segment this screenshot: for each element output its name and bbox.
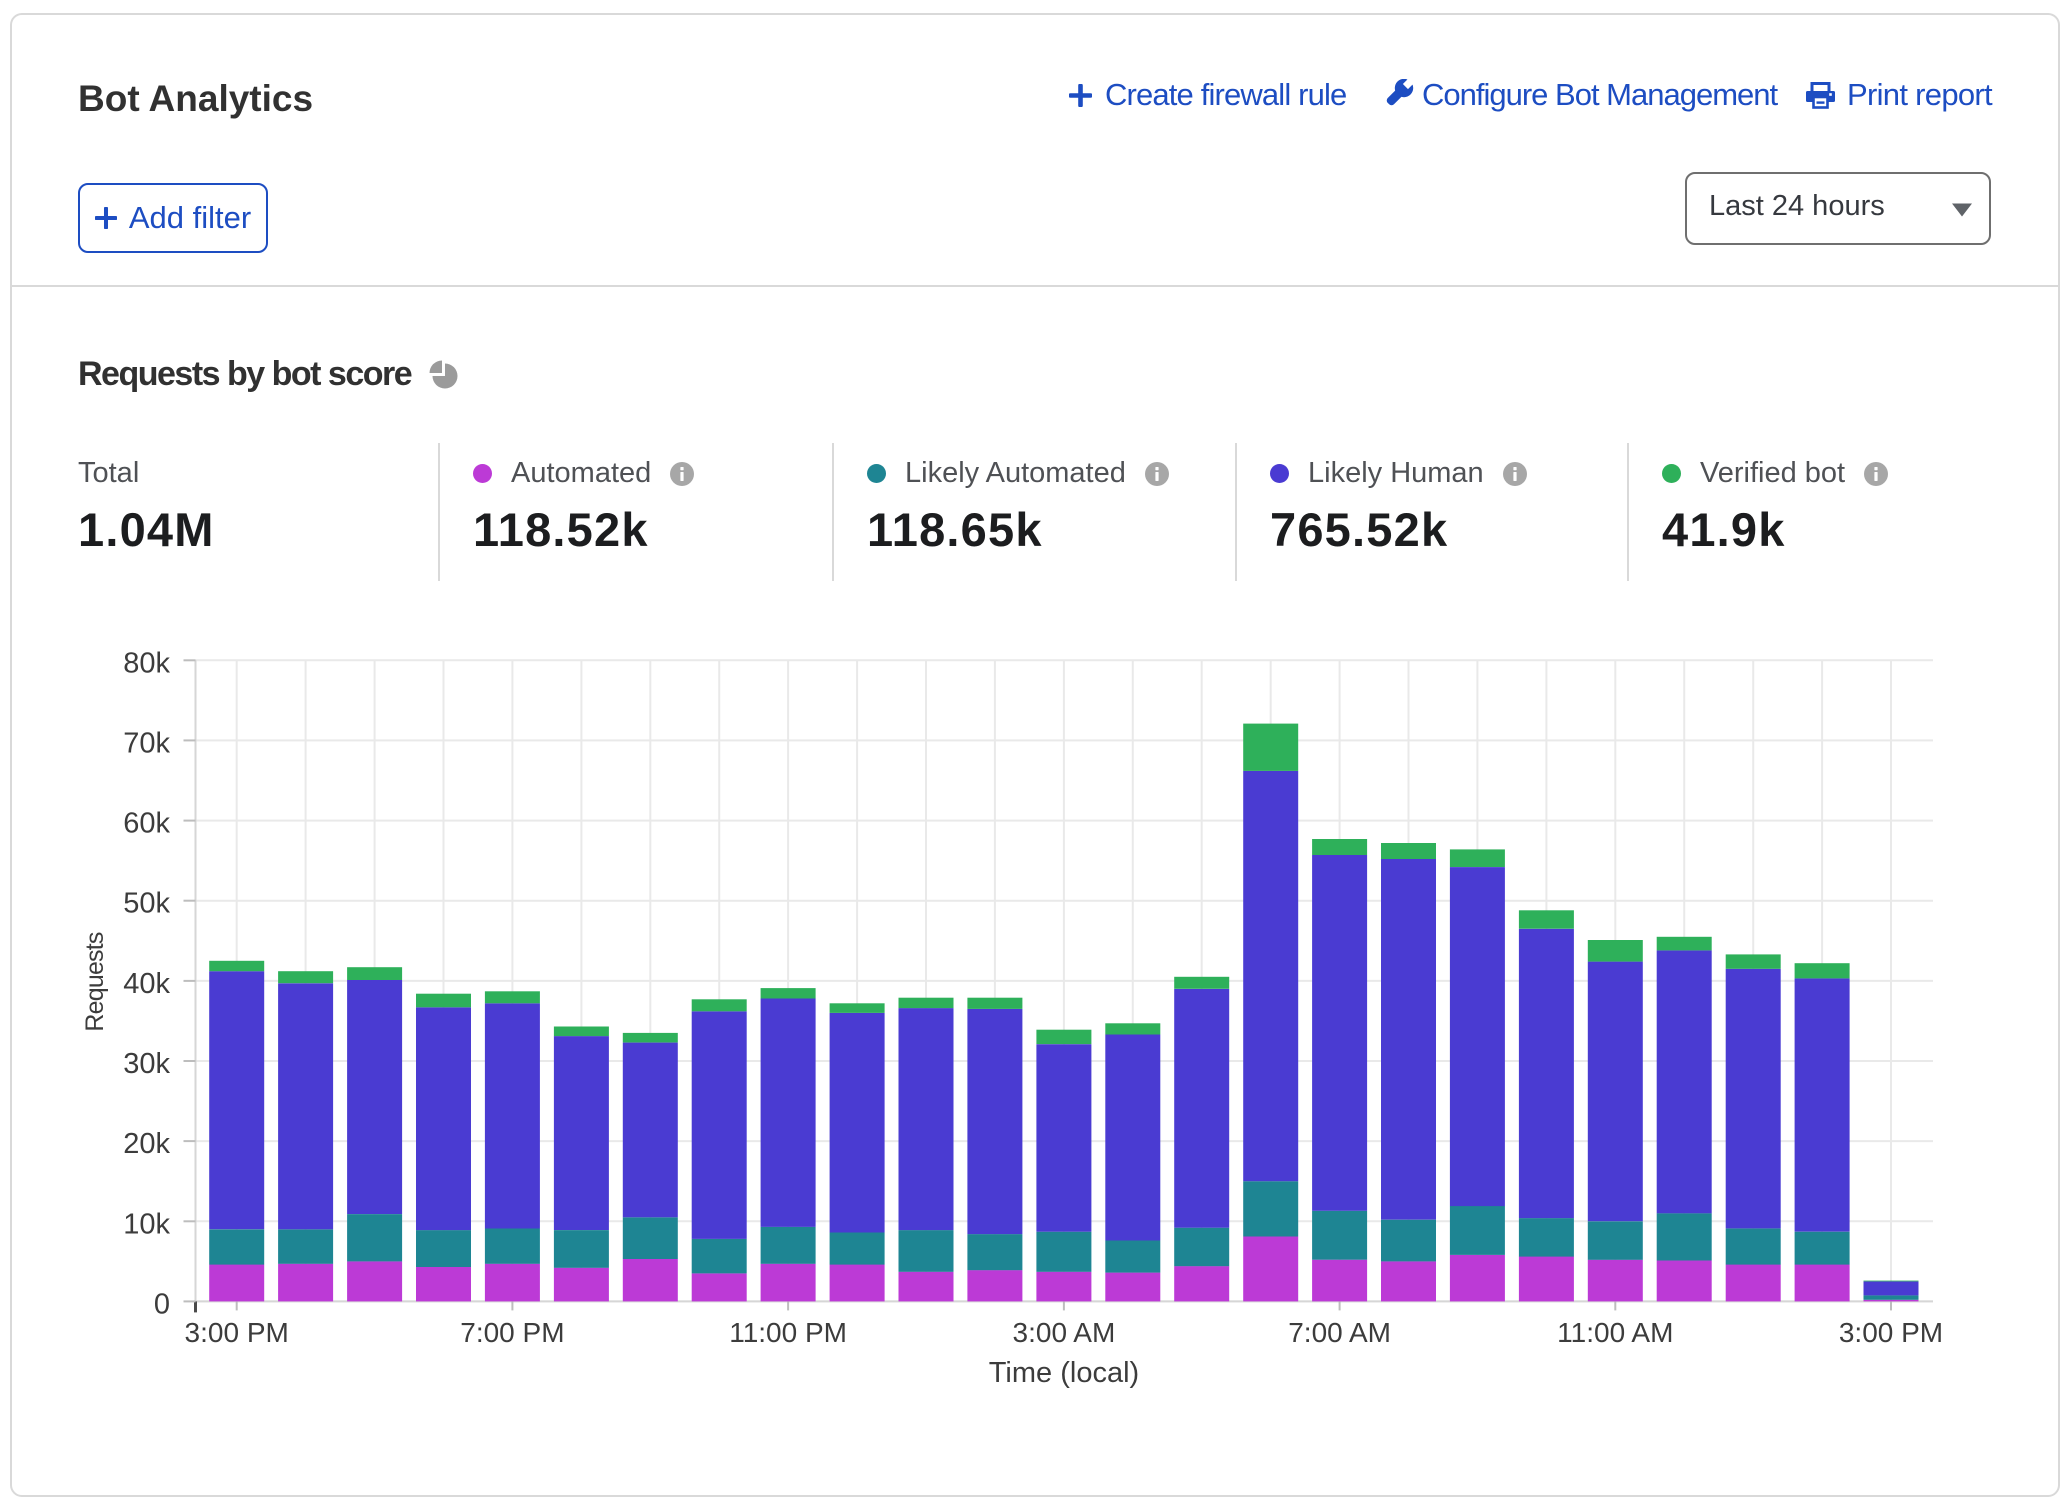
svg-text:11:00 AM: 11:00 AM <box>1557 1317 1673 1348</box>
svg-text:40k: 40k <box>123 968 170 1000</box>
svg-text:20k: 20k <box>123 1128 170 1160</box>
svg-text:7:00 PM: 7:00 PM <box>460 1317 564 1348</box>
svg-text:3:00 AM: 3:00 AM <box>1013 1317 1116 1348</box>
svg-text:80k: 80k <box>123 647 170 679</box>
svg-text:10k: 10k <box>123 1208 170 1240</box>
svg-text:50k: 50k <box>123 888 170 920</box>
svg-text:Requests: Requests <box>81 932 109 1032</box>
svg-text:3:00 PM: 3:00 PM <box>1839 1317 1943 1348</box>
svg-text:0: 0 <box>154 1288 170 1320</box>
svg-text:Time (local): Time (local) <box>989 1357 1139 1389</box>
svg-text:70k: 70k <box>123 727 170 759</box>
svg-text:60k: 60k <box>123 808 170 840</box>
svg-text:3:00 PM: 3:00 PM <box>185 1317 289 1348</box>
svg-text:30k: 30k <box>123 1048 170 1080</box>
svg-text:7:00 AM: 7:00 AM <box>1288 1317 1391 1348</box>
svg-text:11:00 PM: 11:00 PM <box>729 1317 847 1348</box>
